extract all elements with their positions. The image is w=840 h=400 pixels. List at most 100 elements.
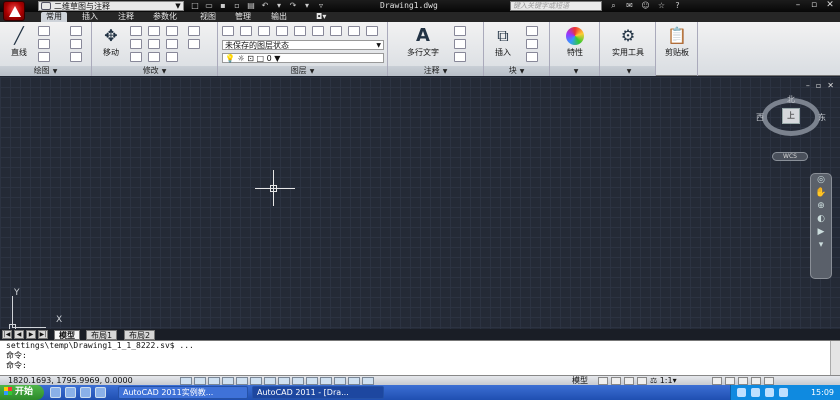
draw-panel-label[interactable]: 绘图 ▼ (0, 66, 91, 76)
layer-walk-icon[interactable] (366, 26, 378, 36)
utilities-panel-label[interactable]: ▼ (600, 66, 655, 76)
grid-toggle[interactable] (208, 377, 220, 385)
mirror-icon[interactable] (130, 39, 142, 49)
array-icon[interactable] (148, 52, 160, 62)
tab-manage[interactable]: 管理 (235, 12, 251, 22)
customize-icon[interactable]: ▿ (316, 1, 326, 10)
mtext-button[interactable]: A 多行文字 (400, 25, 446, 63)
insert-button[interactable]: ⧉ 插入 (486, 25, 520, 63)
otrack-toggle[interactable] (278, 377, 290, 385)
nav-dropdown-icon[interactable]: ▾ (811, 239, 831, 252)
zoom-icon[interactable]: ⊕ (811, 200, 831, 213)
viewcube[interactable]: 上 北 西 东 (756, 94, 826, 140)
volume-icon[interactable] (765, 388, 774, 397)
search-icon[interactable]: ⌕ (608, 1, 619, 11)
compass-north[interactable]: 北 (787, 94, 795, 105)
ime-icon[interactable] (737, 388, 746, 397)
layer-state-icon[interactable] (240, 26, 252, 36)
tab-layout2[interactable]: 布局2 (124, 330, 156, 340)
attribute-icon[interactable] (526, 52, 538, 62)
command-window[interactable]: settings\temp\Drawing1_1_1_8222.sv$ ... … (0, 340, 840, 376)
layer-isolate-icon[interactable] (258, 26, 270, 36)
minimize-icon[interactable]: – (792, 0, 804, 11)
leader-icon[interactable] (454, 39, 466, 49)
scale-icon[interactable] (130, 52, 142, 62)
showmotion-icon[interactable]: ▶ (811, 226, 831, 239)
prev-layout-icon[interactable]: ◀ (14, 330, 24, 339)
command-prompt-2[interactable]: 命令: (6, 361, 840, 371)
layer-off-icon[interactable] (276, 26, 288, 36)
block-panel-label[interactable]: 块 ▼ (484, 66, 549, 76)
properties-button[interactable]: 特性 (558, 25, 592, 63)
print-icon[interactable]: ▤ (246, 1, 256, 10)
quick-view-layouts-icon[interactable] (598, 377, 608, 385)
rotate-icon[interactable] (130, 26, 142, 36)
viewcube-top-face[interactable]: 上 (782, 108, 800, 124)
command-scrollbar[interactable] (830, 341, 840, 376)
tab-layout1[interactable]: 布局1 (86, 330, 118, 340)
show-desktop-icon[interactable] (80, 387, 91, 398)
arc-icon[interactable] (38, 52, 50, 62)
tab-parametric[interactable]: 参数化 (153, 12, 177, 22)
viewport-close-icon[interactable]: ✕ (827, 81, 834, 90)
layer-panel-label[interactable]: 图层 ▼ (218, 66, 387, 76)
ribbon-toggle-icon[interactable]: ◘▾ (316, 12, 326, 22)
3d-osnap-toggle[interactable] (264, 377, 276, 385)
undo-icon[interactable]: ↶ (260, 1, 270, 10)
layer-dropdown[interactable]: 💡 ☼ ⊡ □ 0 ▼ (222, 53, 384, 63)
trim-icon[interactable] (148, 26, 160, 36)
redo-icon[interactable]: ↷ (288, 1, 298, 10)
snap-toggle[interactable] (194, 377, 206, 385)
pan-icon[interactable]: ✋ (811, 187, 831, 200)
last-layout-icon[interactable]: ▶| (38, 330, 48, 339)
new-icon[interactable]: □ (190, 1, 200, 10)
taskbar-item-tutorial[interactable]: AutoCAD 2011实例教... (118, 386, 248, 399)
layer-lock-icon[interactable] (312, 26, 324, 36)
tab-model[interactable]: 模型 (54, 330, 80, 340)
zoom-status-icon[interactable] (637, 377, 647, 385)
erase-icon[interactable] (166, 26, 178, 36)
next-layout-icon[interactable]: ▶ (26, 330, 36, 339)
drawing-canvas[interactable]: – ▫ ✕ Y X 上 北 西 东 WCS ◎ ✋ ⊕ ◐ ▶ ▾ (0, 77, 840, 331)
save-icon[interactable]: ▪ (218, 1, 228, 10)
polar-toggle[interactable] (236, 377, 248, 385)
compass-east[interactable]: 东 (818, 112, 826, 123)
osnap-toggle[interactable] (250, 377, 262, 385)
workspace-switch-icon[interactable] (712, 377, 722, 385)
steering-wheel-icon[interactable]: ◎ (811, 174, 831, 187)
tab-home[interactable]: 常用 (41, 12, 67, 22)
modify-panel-label[interactable]: 修改 ▼ (92, 66, 217, 76)
copy-icon[interactable] (188, 26, 200, 36)
wcs-menu[interactable]: WCS (772, 152, 808, 161)
clipboard-button[interactable]: 📋 剪贴板 (658, 25, 696, 63)
selection-cycling-toggle[interactable] (362, 377, 374, 385)
dimension-icon[interactable] (454, 26, 466, 36)
tab-insert[interactable]: 插入 (82, 12, 98, 22)
annotation-panel-label[interactable]: 注释 ▼ (388, 66, 483, 76)
undo-dropdown-icon[interactable]: ▾ (274, 1, 284, 10)
table-icon[interactable] (454, 52, 466, 62)
communication-icon[interactable]: ☺ (640, 1, 651, 11)
network-icon[interactable] (751, 388, 760, 397)
quick-properties-toggle[interactable] (348, 377, 360, 385)
stretch-icon[interactable] (188, 39, 200, 49)
layer-match-icon[interactable] (330, 26, 342, 36)
taskbar-item-autocad[interactable]: AutoCAD 2011 - [Dra... (252, 386, 384, 399)
compass-west[interactable]: 西 (756, 112, 764, 123)
layer-previous-icon[interactable] (348, 26, 360, 36)
favorites-icon[interactable]: ☆ (656, 1, 667, 11)
help-icon[interactable]: ? (672, 1, 683, 11)
security-icon[interactable] (779, 388, 788, 397)
orbit-icon[interactable]: ◐ (811, 213, 831, 226)
utilities-button[interactable]: ⚙ 实用工具 (606, 25, 650, 63)
move-button[interactable]: ✥ 移动 (94, 25, 128, 63)
rectangle-icon[interactable] (70, 26, 82, 36)
line-button[interactable]: ╱ 直线 (2, 25, 36, 63)
close-icon[interactable]: ✕ (824, 0, 836, 11)
pan-status-icon[interactable] (624, 377, 634, 385)
hatch-icon[interactable] (70, 39, 82, 49)
first-layout-icon[interactable]: |◀ (2, 330, 12, 339)
circle-icon[interactable] (38, 39, 50, 49)
quick-view-drawings-icon[interactable] (611, 377, 621, 385)
lock-ui-icon[interactable] (725, 377, 735, 385)
